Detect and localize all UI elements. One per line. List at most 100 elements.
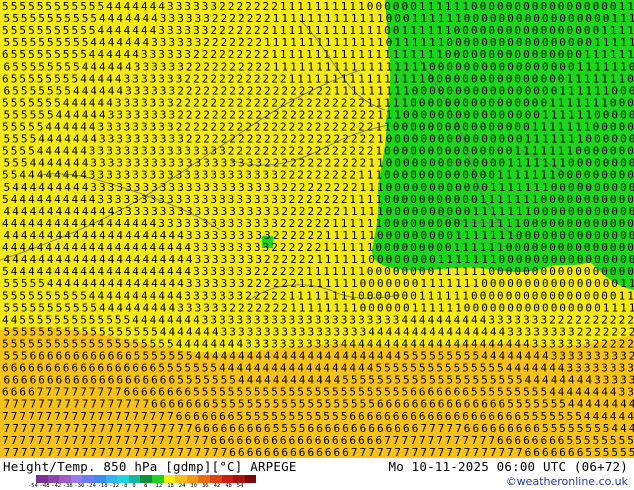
grid-value: 0 [577,253,584,266]
grid-value: 4 [169,277,176,290]
grid-value: 5 [72,24,79,37]
grid-value: 5 [108,325,115,338]
grid-value: 4 [115,48,122,61]
grid-value: 6 [403,398,410,411]
grid-value: 7 [203,446,210,458]
colorbar-tick: -12 [109,483,120,489]
grid-value: 5 [28,48,35,61]
grid-value: 2 [271,145,278,158]
grid-value: 4 [90,229,97,242]
colorbar-tick: -48 [39,483,50,489]
grid-value: 0 [428,217,435,230]
grid-value: 0 [480,121,487,134]
grid-value: 0 [454,72,461,85]
grid-value: 2 [245,72,252,85]
grid-value: 5 [21,350,28,363]
grid-value: 4 [273,374,280,387]
grid-value: 7 [455,422,462,435]
grid-value: 2 [332,145,339,158]
grid-value: 3 [203,253,210,266]
grid-value: 4 [28,217,35,230]
grid-value: 0 [568,253,575,266]
grid-value: 0 [410,96,417,109]
grid-value: 0 [368,277,375,290]
grid-value: 6 [525,446,532,458]
grid-value: 0 [619,169,626,182]
grid-value: 0 [480,72,487,85]
grid-value: 1 [334,253,341,266]
grid-value: 0 [403,301,410,314]
grid-value: 6 [334,422,341,435]
grid-value: 0 [567,24,574,37]
grid-value: 2 [290,229,297,242]
grid-value: 1 [575,121,582,134]
grid-value: 7 [160,446,167,458]
grid-value: 1 [532,145,539,158]
grid-value: 1 [323,0,330,13]
grid-value: 0 [523,0,530,13]
grid-value: 0 [551,277,558,290]
credit-link[interactable]: ©weatheronline.co.uk [506,475,628,489]
grid-value: 5 [516,374,523,387]
grid-value: 7 [473,446,480,458]
grid-value: 1 [368,229,375,242]
grid-value: 2 [219,0,226,13]
grid-value: 1 [289,48,296,61]
colorbar-swatch [244,475,257,483]
grid-value: 2 [254,96,261,109]
grid-value: 4 [620,422,627,435]
grid-value: 6 [238,422,245,435]
grid-value: 0 [436,193,443,206]
grid-value: 3 [210,0,217,13]
grid-value: 2 [202,72,209,85]
grid-value: 0 [558,48,565,61]
grid-value: 2 [176,96,183,109]
grid-value: 4 [106,48,113,61]
grid-value: 4 [516,350,523,363]
map-title: Height/Temp. 850 hPa [gdmp][°C] ARPEGE [3,459,297,474]
grid-value: 4 [47,277,54,290]
grid-value: 4 [108,253,115,266]
grid-value: 2 [341,145,348,158]
grid-value: 0 [601,121,608,134]
grid-value: 6 [325,422,332,435]
grid-value: 2 [228,24,235,37]
grid-value: 1 [349,217,356,230]
grid-value: 4 [45,145,52,158]
grid-value: 0 [360,301,367,314]
grid-value: 0 [436,217,443,230]
grid-value: 6 [195,422,202,435]
grid-value: 1 [429,277,436,290]
grid-value: 2 [289,217,296,230]
grid-value: 0 [445,145,452,158]
grid-value: 6 [30,374,37,387]
grid-value: 4 [72,169,79,182]
grid-value: 1 [384,121,391,134]
grid-value: 3 [167,193,174,206]
grid-value: 4 [116,229,123,242]
grid-value: 2 [290,277,297,290]
grid-value: 2 [184,121,191,134]
grid-value: 0 [499,253,506,266]
grid-value: 1 [601,72,608,85]
grid-value: 1 [575,72,582,85]
grid-value: 7 [446,446,453,458]
grid-value: 6 [281,446,288,458]
grid-value: 6 [377,422,384,435]
grid-value: 5 [264,398,271,411]
grid-value: 4 [158,0,165,13]
grid-value: 4 [98,217,105,230]
grid-value: 0 [506,24,513,37]
grid-value: 7 [420,422,427,435]
grid-value: 1 [351,301,358,314]
grid-value: 1 [297,0,304,13]
grid-value: 1 [306,24,313,37]
grid-value: 0 [410,145,417,158]
grid-value: 6 [64,374,71,387]
grid-value: 0 [488,96,495,109]
grid-value: 2 [629,350,634,363]
grid-value: 3 [115,193,122,206]
grid-value: 5 [160,350,167,363]
grid-value: 2 [237,121,244,134]
grid-value: 3 [585,350,592,363]
